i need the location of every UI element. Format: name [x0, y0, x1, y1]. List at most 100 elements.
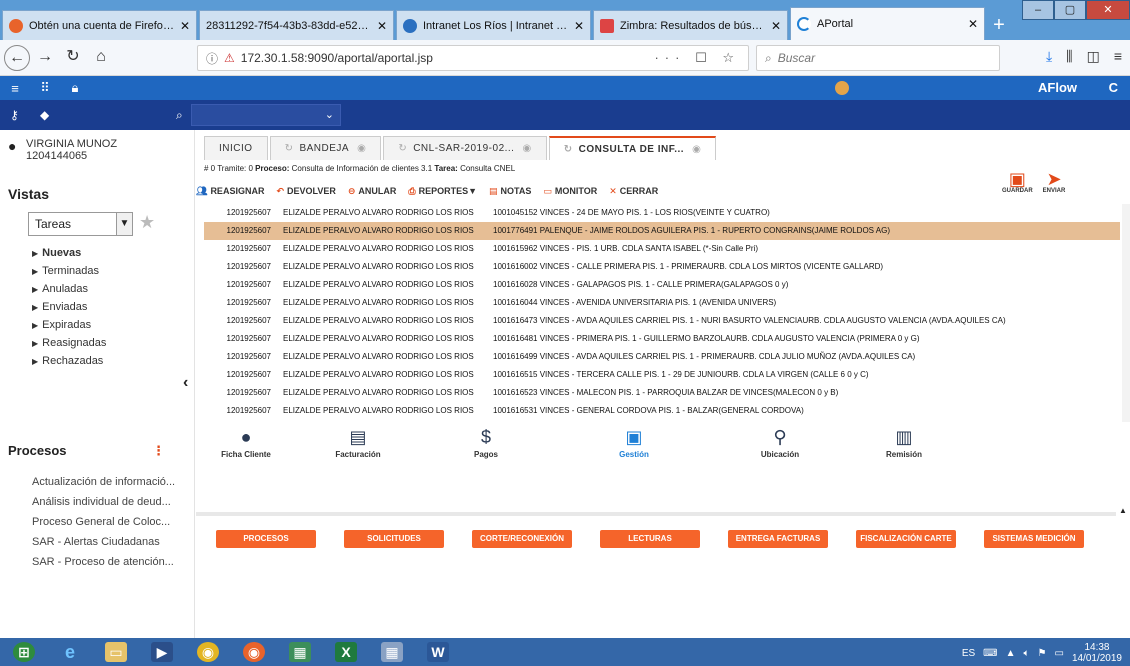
search-icon[interactable]: ⌕	[176, 108, 183, 123]
scroll-up-icon[interactable]: ▲	[1116, 506, 1130, 515]
taskbar-chrome[interactable]: ◉	[186, 639, 230, 665]
table-row[interactable]: 1201925607 ELIZALDE PERALVO ALVARO RODRIG…	[204, 384, 1120, 402]
sistemas-medicion-button[interactable]: SISTEMAS MEDICIÓN	[984, 530, 1084, 548]
vista-item-anuladas[interactable]: ▶ Anuladas	[32, 280, 106, 298]
clock[interactable]: 14:38 14/01/2019	[1072, 642, 1122, 664]
proceso-item[interactable]: SAR - Alertas Ciudadanas	[32, 532, 175, 552]
reportes-button[interactable]: ⎙ REPORTES▼	[408, 186, 477, 200]
refresh-icon[interactable]: ↻	[398, 143, 407, 154]
proceso-item[interactable]: Análisis individual de deud...	[32, 492, 175, 512]
vista-item-terminadas[interactable]: ▶ Terminadas	[32, 262, 106, 280]
sidebar-toggle-icon[interactable]: ◫	[1087, 48, 1100, 65]
procesos-button[interactable]: PROCESOS	[216, 530, 316, 548]
globe-icon[interactable]	[835, 81, 849, 95]
table-row[interactable]: 1201925607 ELIZALDE PERALVO ALVARO RODRIG…	[204, 204, 1120, 222]
browser-tab-intranet[interactable]: Intranet Los Ríos | Intranet Los ✕	[396, 10, 591, 40]
window-close-icon[interactable]: ✕	[1086, 0, 1130, 20]
taskbar-ie[interactable]: e	[48, 639, 92, 665]
lecturas-button[interactable]: LECTURAS	[600, 530, 700, 548]
menu-icon[interactable]: ≡	[1114, 48, 1122, 65]
close-icon[interactable]: ✕	[377, 19, 387, 33]
close-tab-icon[interactable]: ◉	[692, 144, 701, 155]
vista-item-enviadas[interactable]: ▶ Enviadas	[32, 298, 106, 316]
close-icon[interactable]: ✕	[968, 17, 978, 31]
table-row[interactable]: 1201925607 ELIZALDE PERALVO ALVARO RODRIG…	[204, 312, 1120, 330]
guardar-button[interactable]: ▣ GUARDAR	[1002, 170, 1033, 194]
minimize-icon[interactable]: –	[1022, 0, 1054, 20]
taskbar-calculator[interactable]: ▦	[370, 639, 414, 665]
corte-reconexion-button[interactable]: CORTE/RECONEXIÓN	[472, 530, 572, 548]
tray-expand-icon[interactable]: ▲	[1006, 648, 1016, 659]
info-icon[interactable]: ⓘ	[206, 50, 218, 67]
taskbar-excel[interactable]: X	[324, 639, 368, 665]
table-row[interactable]: 1201925607 ELIZALDE PERALVO ALVARO RODRIG…	[204, 276, 1120, 294]
facturacion-button[interactable]: ▤ Facturación	[308, 426, 408, 460]
monitor-button[interactable]: ▭ MONITOR	[543, 186, 597, 200]
star-icon[interactable]: ★	[139, 212, 155, 233]
apps-grid-icon[interactable]: ⠿	[30, 80, 60, 96]
taskbar-word[interactable]: W	[416, 639, 460, 665]
pagos-button[interactable]: $ Pagos	[436, 426, 536, 460]
proceso-item[interactable]: Proceso General de Coloc...	[32, 512, 175, 532]
table-row[interactable]: 1201925607 ELIZALDE PERALVO ALVARO RODRIG…	[204, 348, 1120, 366]
browser-tab-zimbra[interactable]: Zimbra: Resultados de búsqued ✕	[593, 10, 788, 40]
enviar-button[interactable]: ➤ ENVIAR	[1043, 170, 1066, 194]
vista-item-expiradas[interactable]: ▶ Expiradas	[32, 316, 106, 334]
collapse-sidebar-icon[interactable]: ‹	[183, 374, 188, 392]
table-row[interactable]: 1201925607 ELIZALDE PERALVO ALVARO RODRIG…	[204, 402, 1120, 420]
ubicacion-button[interactable]: ⚲ Ubicación	[730, 426, 830, 460]
remision-button[interactable]: ▥ Remisión	[854, 426, 954, 460]
tab-consulta[interactable]: ↻ CONSULTA DE INF... ◉	[548, 136, 717, 160]
solicitudes-button[interactable]: SOLICITUDES	[344, 530, 444, 548]
chevron-down-icon[interactable]: ▼	[116, 213, 132, 235]
close-icon[interactable]: ✕	[771, 19, 781, 33]
context-select[interactable]: ⌄	[191, 104, 341, 126]
reload-icon[interactable]: ↻	[60, 45, 86, 71]
proceso-item[interactable]: SAR - Proceso de atención...	[32, 552, 175, 572]
more-vertical-icon[interactable]: ⋮	[152, 443, 165, 459]
table-row[interactable]: 1201925607 ELIZALDE PERALVO ALVARO RODRIG…	[204, 222, 1120, 240]
lower-scrollbar[interactable]: ▲	[1116, 504, 1130, 638]
taskbar-explorer[interactable]: ▭	[94, 639, 138, 665]
key-icon[interactable]: ⚷	[10, 108, 19, 122]
vista-item-reasignadas[interactable]: ▶ Reasignadas	[32, 334, 106, 352]
fiscalizacion-button[interactable]: FISCALIZACIÓN CARTE	[856, 530, 956, 548]
close-icon[interactable]: ✕	[180, 19, 190, 33]
start-button[interactable]: ⊞	[2, 639, 46, 665]
table-row[interactable]: 1201925607 ELIZALDE PERALVO ALVARO RODRIG…	[204, 366, 1120, 384]
tag-icon[interactable]: ◆	[40, 108, 49, 122]
browser-tab-aportal[interactable]: APortal ✕	[790, 7, 985, 40]
vistas-select[interactable]: Tareas ▼	[28, 212, 133, 236]
vista-item-rechazadas[interactable]: ▶ Rechazadas	[32, 352, 106, 370]
home-icon[interactable]: ⌂	[88, 45, 114, 71]
vista-item-nuevas[interactable]: ▶ Nuevas	[32, 244, 106, 262]
close-tab-icon[interactable]: ◉	[357, 143, 366, 154]
url-bar[interactable]: ⓘ ⚠ 172.30.1.58:9090/aportal/aportal.jsp…	[197, 45, 749, 71]
proceso-item[interactable]: Actualización de informació...	[32, 472, 175, 492]
hamburger-icon[interactable]: ≡	[0, 81, 30, 96]
taskbar-media[interactable]: ▶	[140, 639, 184, 665]
devolver-button[interactable]: ↶ DEVOLVER	[276, 186, 335, 200]
lock-icon[interactable]: 🔒︎	[60, 80, 90, 96]
network-icon[interactable]: ⚑	[1038, 648, 1047, 659]
back-icon[interactable]: ←	[4, 44, 30, 71]
taskbar-app[interactable]: ▦	[278, 639, 322, 665]
page-actions-icon[interactable]: ··· ☐ ☆	[654, 50, 740, 66]
language-indicator[interactable]: ES	[962, 648, 975, 659]
browser-tab-uuid[interactable]: 28311292-7f54-43b3-83dd-e529861 ✕	[199, 10, 394, 40]
anular-button[interactable]: ⊖ ANULAR	[348, 186, 397, 200]
forward-icon[interactable]: →	[32, 45, 58, 71]
table-row[interactable]: 1201925607 ELIZALDE PERALVO ALVARO RODRIG…	[204, 240, 1120, 258]
reasignar-button[interactable]: 👥︎ REASIGNAR	[196, 186, 264, 200]
tab-inicio[interactable]: INICIO	[204, 136, 268, 160]
tab-bandeja[interactable]: ↻ BANDEJA ◉	[269, 136, 382, 160]
table-row[interactable]: 1201925607 ELIZALDE PERALVO ALVARO RODRIG…	[204, 330, 1120, 348]
display-icon[interactable]: ▭	[1054, 648, 1063, 659]
maximize-icon[interactable]: ▢	[1054, 0, 1086, 20]
download-icon[interactable]: ⤓	[1046, 48, 1052, 65]
refresh-icon[interactable]: ↻	[285, 143, 294, 154]
cerrar-button[interactable]: ✕ CERRAR	[609, 186, 658, 200]
new-tab-button[interactable]: +	[987, 12, 1011, 40]
entrega-facturas-button[interactable]: ENTREGA FACTURAS	[728, 530, 828, 548]
volume-icon[interactable]: 🔈︎	[1024, 648, 1030, 659]
